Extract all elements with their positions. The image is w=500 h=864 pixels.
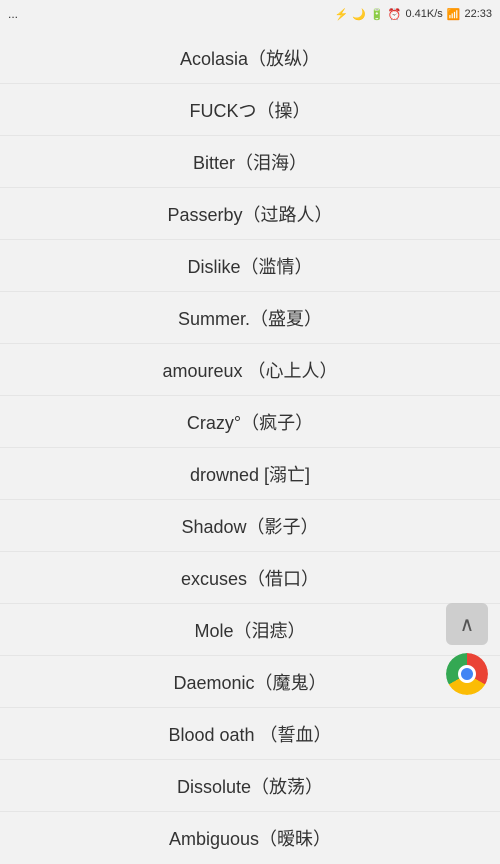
- chrome-circle: [446, 653, 488, 695]
- status-bar: ... ⚡ 🌙 🔋 ⏰ 0.41K/s 📶 22:33: [0, 0, 500, 28]
- list-item[interactable]: Bitter（泪海）: [0, 136, 500, 188]
- list-item[interactable]: Ambiguous（暧昧）: [0, 812, 500, 864]
- chevron-up-icon: ∧: [460, 612, 475, 637]
- network-speed: 0.41K/s: [405, 8, 442, 20]
- list-item[interactable]: amoureux （心上人）: [0, 344, 500, 396]
- list-item[interactable]: excuses（借口）: [0, 552, 500, 604]
- time-display: 22:33: [464, 8, 492, 20]
- chrome-inner-circle: [458, 665, 476, 683]
- list-item[interactable]: FUCKつ（操）: [0, 84, 500, 136]
- status-right: ⚡ 🌙 🔋 ⏰ 0.41K/s 📶 22:33: [335, 8, 492, 21]
- list-item[interactable]: drowned [溺亡]: [0, 448, 500, 500]
- list-item[interactable]: Dislike（滥情）: [0, 240, 500, 292]
- list-item[interactable]: Summer.（盛夏）: [0, 292, 500, 344]
- list-item[interactable]: Shadow（影子）: [0, 500, 500, 552]
- list-item[interactable]: Acolasia（放纵）: [0, 32, 500, 84]
- scroll-up-button[interactable]: ∧: [446, 603, 488, 645]
- list-item[interactable]: Passerby（过路人）: [0, 188, 500, 240]
- status-dots: ...: [8, 7, 18, 21]
- bluetooth-icon: ⚡: [335, 8, 349, 21]
- content-list: Acolasia（放纵）FUCKつ（操）Bitter（泪海）Passerby（过…: [0, 28, 500, 864]
- moon-icon: 🌙: [352, 8, 366, 21]
- status-left: ...: [8, 7, 18, 21]
- alarm-icon: ⏰: [388, 8, 402, 21]
- list-item[interactable]: Mole（泪痣）: [0, 604, 500, 656]
- battery-icon: 🔋: [370, 8, 384, 21]
- list-item[interactable]: Crazy°（疯子）: [0, 396, 500, 448]
- list-item[interactable]: Blood oath （誓血）: [0, 708, 500, 760]
- list-item[interactable]: Daemonic（魔鬼）: [0, 656, 500, 708]
- signal-icon: 📶: [447, 8, 461, 21]
- list-item[interactable]: Dissolute（放荡）: [0, 760, 500, 812]
- chrome-icon[interactable]: [446, 653, 488, 695]
